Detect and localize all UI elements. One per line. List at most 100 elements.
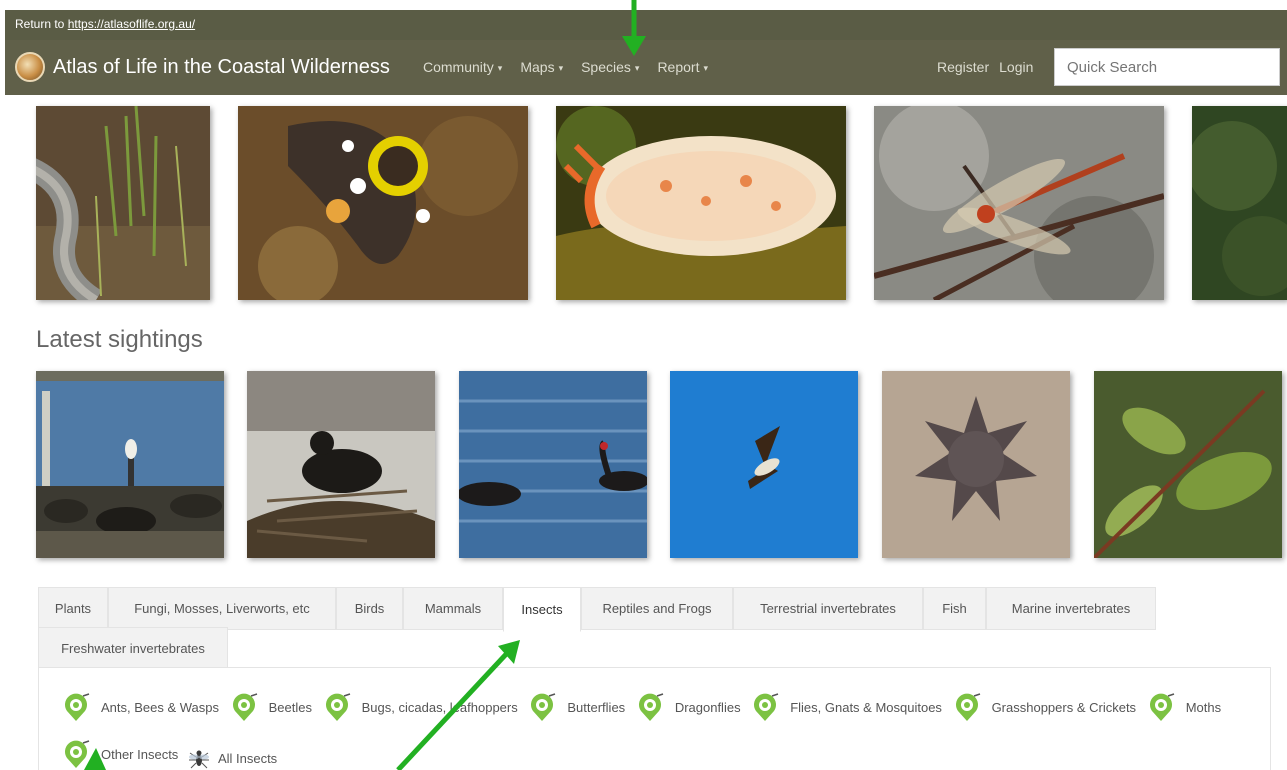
tab-label: Birds xyxy=(354,601,385,616)
category-label: Ants, Bees & Wasps xyxy=(101,700,220,715)
menu-community-label: Community xyxy=(423,59,494,75)
logo-icon xyxy=(15,52,45,82)
return-prefix: Return to xyxy=(15,17,68,31)
featured-photo-nudibranch[interactable] xyxy=(238,106,528,300)
brand[interactable]: Atlas of Life in the Coastal Wilderness xyxy=(15,51,390,83)
kite-image xyxy=(670,371,858,558)
chevron-down-icon: ▾ xyxy=(703,63,708,73)
login-link[interactable]: Login xyxy=(999,59,1033,75)
tab-label: Fungi, Mosses, Liverworts, etc xyxy=(134,601,310,616)
sea-slug-image xyxy=(556,106,846,300)
return-link[interactable]: https://atlasoflife.org.au/ xyxy=(68,17,195,31)
menu-maps[interactable]: Maps ▾ xyxy=(520,59,563,75)
category-butterflies[interactable]: Butterflies xyxy=(527,690,625,726)
insects-panel: Ants, Bees & Wasps Beetles Bugs, cicadas… xyxy=(38,667,1271,770)
category-other-insects[interactable]: Other Insects xyxy=(61,737,178,770)
category-label: Bugs, cicadas, leafhoppers xyxy=(361,700,518,715)
sighting-photo-cormorant[interactable] xyxy=(36,371,224,558)
tab-marine-invertebrates[interactable]: Marine invertebrates xyxy=(986,587,1156,630)
category-label: All Insects xyxy=(217,751,278,766)
chevron-down-icon: ▾ xyxy=(634,63,640,73)
sighting-photo-kite[interactable] xyxy=(670,371,858,558)
featured-photo-snake[interactable] xyxy=(36,106,210,300)
menu-report-label: Report xyxy=(657,59,700,75)
featured-photo-dragonfly[interactable] xyxy=(874,106,1164,300)
nudibranch-image xyxy=(238,106,528,300)
nesting-bird-image xyxy=(247,371,435,558)
tab-insects[interactable]: Insects xyxy=(503,587,581,632)
map-pin-icon xyxy=(955,693,980,721)
menu-species-label: Species xyxy=(581,59,631,75)
sighting-photo-leaves[interactable] xyxy=(1094,371,1282,558)
tab-fish[interactable]: Fish xyxy=(923,587,986,630)
map-pin-icon xyxy=(1149,693,1174,721)
tab-plants[interactable]: Plants xyxy=(38,587,108,630)
dragonfly-image xyxy=(874,106,1164,300)
featured-photo-sea-slug[interactable] xyxy=(556,106,846,300)
category-label: Flies, Gnats & Mosquitoes xyxy=(790,700,942,715)
return-text: Return to https://atlasoflife.org.au/ xyxy=(15,17,195,31)
map-pin-icon xyxy=(325,693,350,721)
sea-star-image xyxy=(882,371,1070,558)
category-dragonflies[interactable]: Dragonflies xyxy=(635,690,741,726)
category-ants-bees-wasps[interactable]: Ants, Bees & Wasps xyxy=(61,690,219,726)
nav-account: Register Login xyxy=(937,59,1043,75)
nav-menu: Community ▾ Maps ▾ Species ▾ Report ▾ xyxy=(423,59,726,75)
tab-label: Mammals xyxy=(424,601,482,616)
menu-maps-label: Maps xyxy=(520,59,555,75)
chevron-down-icon: ▾ xyxy=(558,63,564,73)
menu-species[interactable]: Species ▾ xyxy=(581,59,639,75)
tab-terrestrial-invertebrates[interactable]: Terrestrial invertebrates xyxy=(733,587,923,630)
tab-label: Reptiles and Frogs xyxy=(602,601,712,616)
menu-report[interactable]: Report ▾ xyxy=(657,59,708,75)
map-pin-icon xyxy=(232,693,257,721)
tab-label: Plants xyxy=(54,601,92,616)
snake-image xyxy=(36,106,210,300)
tab-label: Marine invertebrates xyxy=(1011,601,1131,616)
cormorant-image xyxy=(36,371,224,558)
leaves-image xyxy=(1094,371,1282,558)
sighting-photo-sea-star[interactable] xyxy=(882,371,1070,558)
tab-label: Terrestrial invertebrates xyxy=(760,601,896,616)
category-label: Dragonflies xyxy=(674,700,741,715)
tab-label: Insects xyxy=(521,602,563,617)
category-label: Beetles xyxy=(268,700,313,715)
chevron-down-icon: ▾ xyxy=(497,63,503,73)
map-pin-icon xyxy=(754,693,779,721)
category-beetles[interactable]: Beetles xyxy=(229,690,312,726)
quick-search-input[interactable] xyxy=(1054,48,1280,86)
insect-icon xyxy=(188,750,209,769)
tab-label: Fish xyxy=(942,601,967,616)
tab-label: Freshwater invertebrates xyxy=(61,641,205,656)
category-moths[interactable]: Moths xyxy=(1146,690,1221,726)
category-label: Other Insects xyxy=(101,747,179,762)
map-pin-icon xyxy=(638,693,664,721)
map-pin-icon xyxy=(531,693,556,721)
category-label: Butterflies xyxy=(567,700,626,715)
tab-birds[interactable]: Birds xyxy=(336,587,403,630)
latest-sightings-title: Latest sightings xyxy=(36,326,203,353)
map-pin-icon xyxy=(65,693,90,721)
tab-fungi[interactable]: Fungi, Mosses, Liverworts, etc xyxy=(108,587,336,630)
insect-category-list: Ants, Bees & Wasps Beetles Bugs, cicadas… xyxy=(61,690,1251,770)
category-flies-gnats-mosquitoes[interactable]: Flies, Gnats & Mosquitoes xyxy=(750,690,942,726)
tab-freshwater-invertebrates[interactable]: Freshwater invertebrates xyxy=(38,627,228,670)
sighting-photo-black-swan[interactable] xyxy=(459,371,647,558)
brand-title: Atlas of Life in the Coastal Wilderness xyxy=(53,55,390,78)
category-all-insects[interactable]: All Insects xyxy=(188,741,277,770)
return-bar: Return to https://atlasoflife.org.au/ xyxy=(5,10,1287,40)
featured-photo-partial[interactable] xyxy=(1192,106,1287,300)
category-label: Grasshoppers & Crickets xyxy=(991,700,1137,715)
register-link[interactable]: Register xyxy=(937,59,989,75)
foliage-image xyxy=(1192,106,1287,300)
category-grasshoppers-crickets[interactable]: Grasshoppers & Crickets xyxy=(952,690,1137,726)
navbar: Atlas of Life in the Coastal Wilderness … xyxy=(5,40,1287,95)
tab-reptiles-frogs[interactable]: Reptiles and Frogs xyxy=(581,587,733,630)
black-swan-image xyxy=(459,371,647,558)
menu-community[interactable]: Community ▾ xyxy=(423,59,502,75)
sighting-photo-nesting-bird[interactable] xyxy=(247,371,435,558)
category-bugs-cicadas-leafhoppers[interactable]: Bugs, cicadas, leafhoppers xyxy=(322,690,518,726)
category-label: Moths xyxy=(1185,700,1222,715)
tab-mammals[interactable]: Mammals xyxy=(403,587,503,630)
map-pin-icon xyxy=(65,740,90,768)
